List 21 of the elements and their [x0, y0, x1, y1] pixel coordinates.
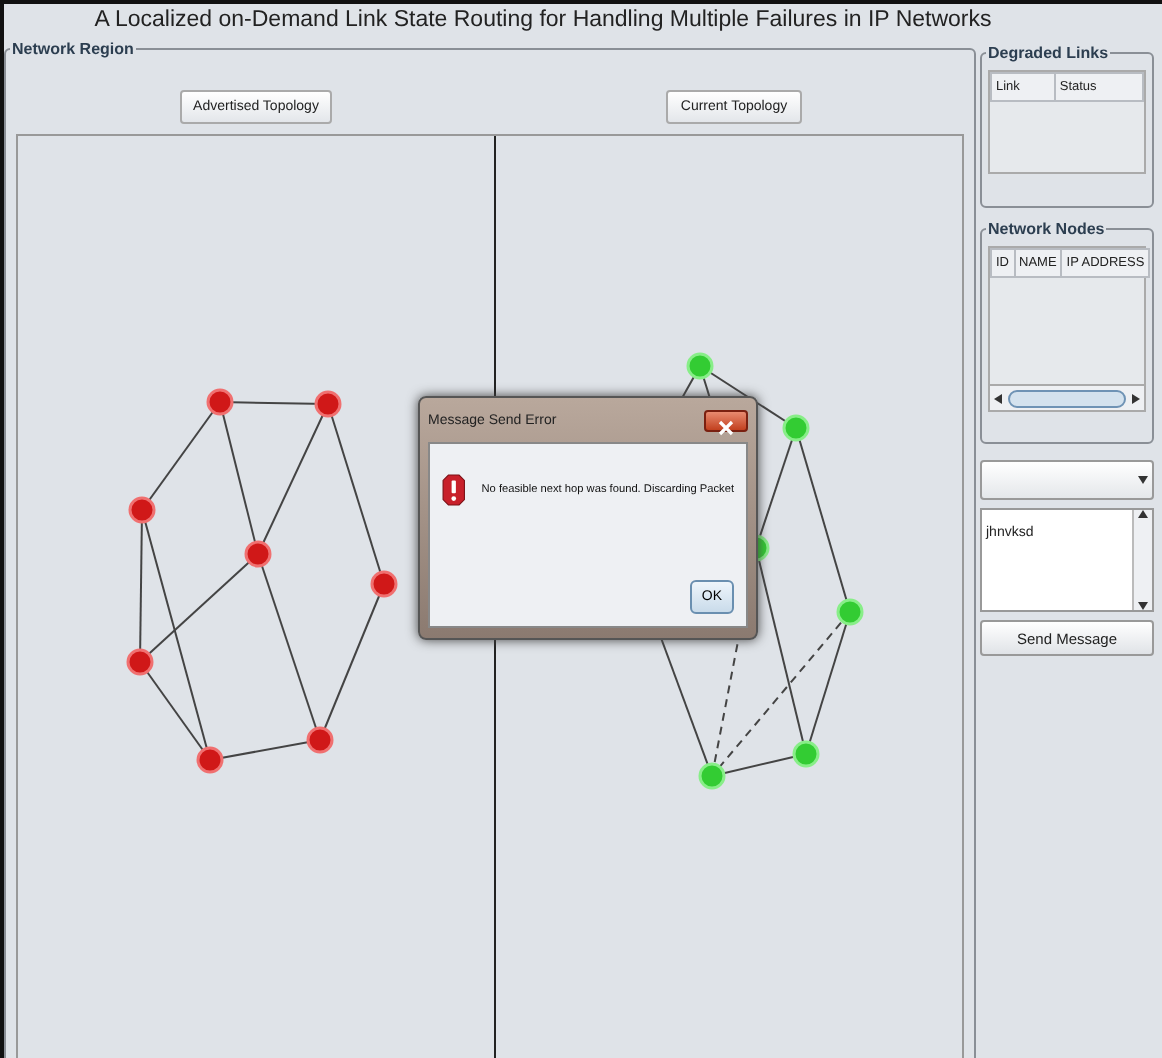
network-node[interactable] [128, 496, 156, 524]
right-arrow-icon [1132, 393, 1140, 403]
network-node[interactable] [244, 540, 272, 568]
network-node[interactable] [370, 570, 398, 598]
network-node[interactable] [306, 726, 334, 754]
dropdown-arrow-icon [1138, 476, 1148, 484]
down-arrow-icon[interactable] [1138, 602, 1148, 610]
group-label: Network Region [10, 38, 136, 60]
network-node[interactable] [206, 388, 234, 416]
network-node[interactable] [126, 648, 154, 676]
up-arrow-icon[interactable] [1138, 510, 1148, 518]
network-node[interactable] [314, 390, 342, 418]
left-arrow-icon [994, 393, 1002, 403]
close-button[interactable] [704, 409, 748, 431]
group-label: Degraded Links [986, 42, 1111, 64]
horizontal-scrollbar[interactable] [988, 384, 1146, 412]
node-dropdown[interactable] [980, 460, 1154, 500]
group-label: Network Nodes [986, 218, 1107, 240]
app-title: A Localized on-Demand Link State Routing for Handling Multiple Failures in IP Networks [92, 6, 994, 36]
network-node[interactable] [196, 746, 224, 774]
close-icon [718, 419, 734, 435]
